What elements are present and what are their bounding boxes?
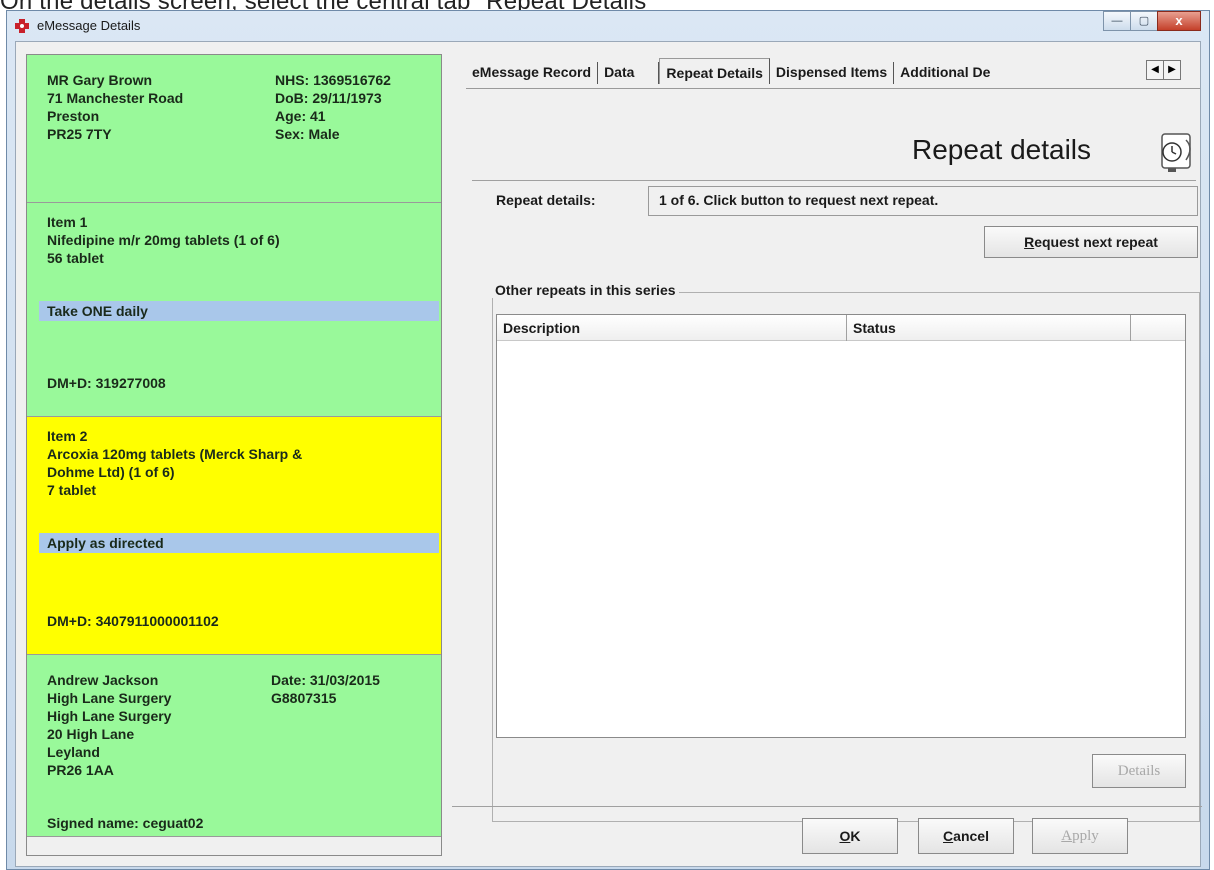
other-repeats-label: Other repeats in this series [492,282,679,298]
prescriber-surgery-address: High Lane Surgery [47,708,172,724]
tab-repeat-details[interactable]: Repeat Details [659,58,770,84]
item-dmd: DM+D: 3407911000001102 [47,613,219,629]
maximize-button[interactable]: ▢ [1130,11,1158,31]
column-description[interactable]: Description [497,315,847,341]
item-heading: Item 2 [47,428,88,444]
patient-name: MR Gary Brown [47,72,153,88]
item-drug-cont: Dohme Ltd) (1 of 6) [47,464,175,480]
patient-dob: DoB: 29/11/1973 [275,90,382,106]
column-status[interactable]: Status [847,315,1131,341]
tab-scroll-right-icon[interactable]: ▶ [1163,60,1181,80]
prescription-date: Date: 31/03/2015 [271,672,380,688]
signed-name: Signed name: ceguat02 [47,815,204,831]
ok-button[interactable]: OK [802,818,898,854]
item-drug: Arcoxia 120mg tablets (Merck Sharp & [47,446,303,462]
request-next-repeat-button[interactable]: Request next repeat [984,226,1198,258]
cancel-button[interactable]: Cancel [918,818,1014,854]
other-repeats-list[interactable]: Description Status [496,314,1186,738]
client-area: MR Gary Brown 71 Manchester Road Preston… [15,41,1202,868]
patient-nhs: NHS: 1369516762 [275,72,391,88]
item-quantity: 7 tablet [47,482,97,498]
repeat-details-label: Repeat details: [496,192,596,208]
item-heading: Item 1 [47,214,88,230]
apply-button[interactable]: Apply [1032,818,1128,854]
item-directions: Take ONE daily [39,301,439,321]
minimize-button[interactable]: — [1103,11,1131,31]
patient-age: Age: 41 [275,108,326,124]
patient-postcode: PR25 7TY [47,126,112,142]
close-button[interactable]: x [1157,11,1201,31]
emessage-details-window: eMessage Details — ▢ x MR Gary Brown 71 … [6,10,1210,870]
patient-section: MR Gary Brown 71 Manchester Road Preston… [27,55,441,203]
tab-data[interactable]: Data [598,62,660,84]
window-title: eMessage Details [37,18,141,33]
item-1-section: Item 1 Nifedipine m/r 20mg tablets (1 of… [27,203,441,417]
tab-emessage-record[interactable]: eMessage Record [466,62,599,84]
item-quantity: 56 tablet [47,250,104,266]
prescriber-town: Leyland [47,744,100,760]
prescriber-section: Andrew Jackson High Lane Surgery High La… [27,655,441,837]
tab-scroll-left-icon[interactable]: ◀ [1146,60,1164,80]
tab-dispensed-items[interactable]: Dispensed Items [770,62,895,84]
item-drug: Nifedipine m/r 20mg tablets (1 of 6) [47,232,280,248]
prescriber-street: 20 High Lane [47,726,135,742]
prescriber-code: G8807315 [271,690,337,706]
item-2-section: Item 2 Arcoxia 120mg tablets (Merck Shar… [27,417,441,655]
list-header: Description Status [497,315,1185,341]
page-title: Repeat details [912,134,1092,165]
prescriber-postcode: PR26 1AA [47,762,114,778]
item-dmd: DM+D: 319277008 [47,375,166,391]
tab-strip: eMessage Record Data Repeat Details Disp… [466,58,996,86]
repeat-clock-icon [1161,133,1191,172]
patient-town: Preston [47,108,100,124]
patient-sex: Sex: Male [275,126,340,142]
prescription-summary-panel: MR Gary Brown 71 Manchester Road Preston… [26,54,442,856]
item-directions: Apply as directed [39,533,439,553]
details-button[interactable]: Details [1092,754,1186,788]
title-bar[interactable]: eMessage Details — ▢ x [7,11,1209,41]
patient-address: 71 Manchester Road [47,90,184,106]
repeat-details-field: 1 of 6. Click button to request next rep… [648,186,1198,216]
details-panel: eMessage Record Data Repeat Details Disp… [452,42,1202,868]
prescriber-name: Andrew Jackson [47,672,159,688]
app-cross-icon [15,19,29,33]
prescriber-surgery: High Lane Surgery [47,690,172,706]
tab-additional-details[interactable]: Additional De [894,62,996,84]
